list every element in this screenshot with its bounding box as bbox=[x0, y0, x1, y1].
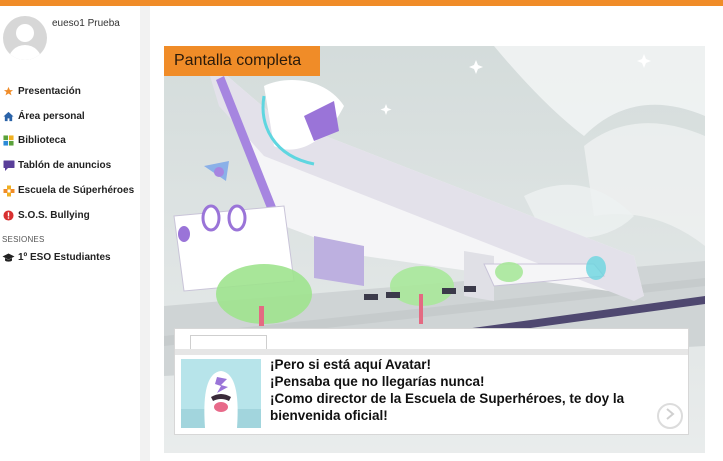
chevron-right-icon bbox=[665, 407, 675, 425]
dialog-text: ¡Pero si está aquí Avatar! ¡Pensaba que … bbox=[270, 356, 670, 424]
chat-icon bbox=[2, 160, 15, 172]
sidebar-item-presentacion[interactable]: Presentación bbox=[0, 79, 140, 104]
next-dialog-button[interactable] bbox=[657, 403, 683, 429]
dialog-name-tab bbox=[190, 335, 267, 350]
sidebar-item-label: Área personal bbox=[18, 110, 85, 122]
sidebar-item-escuela[interactable]: Escuela de Súperhéroes bbox=[0, 178, 140, 203]
sidebar-item-label: S.O.S. Bullying bbox=[18, 209, 90, 221]
session-item-1eso[interactable]: 1º ESO Estudiantes bbox=[2, 252, 111, 263]
avatar[interactable] bbox=[3, 16, 47, 60]
dialog-line: ¡Como director de la Escuela de Superhér… bbox=[270, 391, 625, 423]
sidebar-item-sos-bullying[interactable]: S.O.S. Bullying bbox=[0, 203, 140, 228]
sidebar-item-biblioteca[interactable]: Biblioteca bbox=[0, 129, 140, 154]
sessions-heading: SESIONES bbox=[2, 235, 45, 244]
sidebar-item-label: Biblioteca bbox=[18, 135, 66, 147]
sidebar-item-label: Escuela de Súperhéroes bbox=[18, 185, 135, 197]
puzzle-icon bbox=[2, 185, 15, 197]
sidebar-item-label: Presentación bbox=[18, 85, 81, 97]
director-portrait bbox=[181, 359, 261, 428]
star-icon bbox=[2, 85, 15, 97]
fullscreen-button[interactable]: Pantalla completa bbox=[164, 46, 320, 76]
dialog-box: ¡Pero si está aquí Avatar! ¡Pensaba que … bbox=[174, 328, 689, 435]
session-item-label: 1º ESO Estudiantes bbox=[18, 252, 111, 263]
sidebar: eueso1 Prueba Presentación Área personal… bbox=[0, 6, 140, 461]
alert-icon bbox=[2, 209, 15, 221]
graduation-cap-icon bbox=[2, 253, 15, 263]
grid-icon bbox=[2, 135, 15, 147]
sidebar-item-area-personal[interactable]: Área personal bbox=[0, 104, 140, 129]
dialog-header-band bbox=[175, 349, 688, 355]
home-icon bbox=[2, 110, 15, 122]
sidebar-menu: Presentación Área personal Biblioteca Ta… bbox=[0, 79, 140, 228]
sidebar-item-tablon[interactable]: Tablón de anuncios bbox=[0, 153, 140, 178]
dialog-line: ¡Pero si está aquí Avatar! bbox=[270, 357, 432, 372]
dialog-line: ¡Pensaba que no llegarías nunca! bbox=[270, 374, 485, 389]
user-name[interactable]: eueso1 Prueba bbox=[52, 18, 120, 29]
sidebar-item-label: Tablón de anuncios bbox=[18, 160, 112, 172]
